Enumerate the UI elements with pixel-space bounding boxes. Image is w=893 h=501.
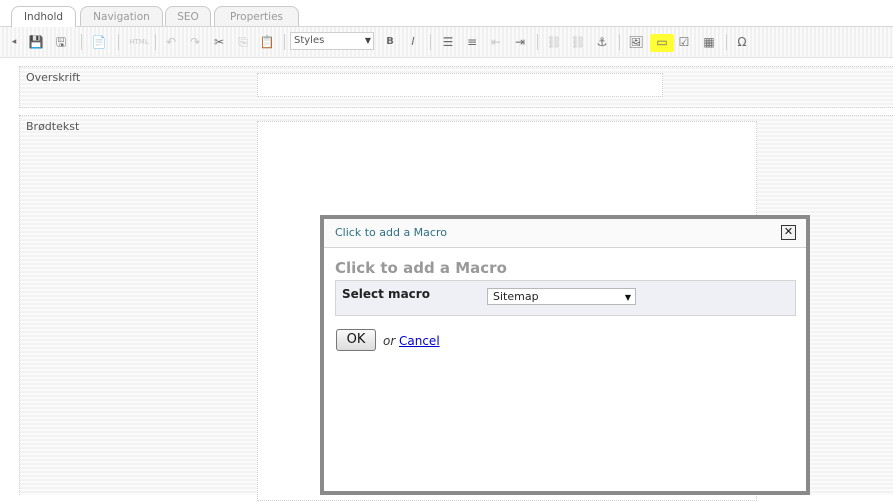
macro-select-row: Select macro Sitemap ▼ [335, 280, 796, 316]
cut-icon[interactable]: ✂ [211, 34, 227, 50]
select-macro-label: Select macro [342, 287, 430, 301]
tab-label: Navigation [93, 11, 150, 23]
brodtekst-label: Brødtekst [26, 120, 80, 133]
toolbar-separator [118, 34, 119, 50]
italic-icon[interactable]: I [405, 34, 421, 50]
special-char-icon[interactable]: Ω [734, 34, 750, 50]
preview-icon[interactable]: 📄 [91, 34, 107, 50]
ok-button[interactable]: OK [336, 329, 376, 351]
close-button[interactable]: ✕ [781, 225, 796, 240]
tab-label: Indhold [23, 11, 64, 23]
overskrift-label: Overskrift [26, 71, 81, 84]
dialog-header: Click to add a Macro ✕ [324, 219, 806, 248]
tab-properties[interactable]: Properties [214, 6, 299, 26]
tab-seo[interactable]: SEO [165, 6, 211, 26]
copy-icon[interactable]: ⎘ [235, 34, 251, 50]
tab-navigation[interactable]: Navigation [80, 6, 163, 26]
undo-icon[interactable]: ↶ [163, 34, 179, 50]
styles-dropdown-value: Styles [294, 35, 325, 46]
paste-icon[interactable]: 📋 [259, 34, 275, 50]
save-publish-icon[interactable]: 🖫 [53, 34, 69, 50]
chevron-down-icon: ▼ [624, 293, 631, 302]
redo-icon[interactable]: ↷ [187, 34, 203, 50]
outdent-icon[interactable]: ⇤ [488, 34, 504, 50]
or-text: or [383, 334, 396, 348]
macro-dropdown[interactable]: Sitemap ▼ [487, 288, 636, 305]
anchor-icon[interactable]: ⚓ [594, 34, 610, 50]
dialog-heading: Click to add a Macro [335, 259, 507, 277]
macro-dropdown-value: Sitemap [493, 290, 539, 303]
tab-label: Properties [229, 11, 284, 23]
macro-icon[interactable]: ▭ [654, 34, 670, 50]
styles-dropdown[interactable]: Styles ▼ [290, 32, 374, 50]
link-icon[interactable]: ⛓ [546, 34, 562, 50]
overskrift-input[interactable] [257, 73, 663, 97]
table-icon[interactable]: ▦ [701, 34, 717, 50]
tab-indhold[interactable]: Indhold [11, 6, 76, 27]
chevron-down-icon: ▼ [364, 36, 371, 45]
tab-bar: Indhold Navigation SEO Properties [0, 0, 893, 27]
collapse-arrow-icon[interactable]: ◂ [10, 34, 18, 50]
form-icon[interactable]: ☑ [676, 34, 692, 50]
unlink-icon[interactable]: ⛓ [570, 34, 586, 50]
numbered-list-icon[interactable]: ≡ [464, 34, 480, 50]
tab-label: SEO [177, 11, 199, 23]
bullet-list-icon[interactable]: ☰ [440, 34, 456, 50]
add-macro-dialog: Click to add a Macro ✕ Click to add a Ma… [320, 215, 810, 495]
toolbar-separator [284, 34, 285, 50]
close-icon: ✕ [783, 225, 794, 238]
toolbar-separator [81, 34, 82, 50]
bold-icon[interactable]: B [382, 34, 398, 50]
dialog-title: Click to add a Macro [335, 226, 447, 239]
indent-icon[interactable]: ⇥ [512, 34, 528, 50]
save-icon[interactable]: 💾 [28, 34, 44, 50]
image-icon[interactable]: 🖼 [628, 34, 644, 50]
overskrift-panel: Overskrift [19, 66, 893, 108]
cancel-link[interactable]: Cancel [399, 334, 440, 348]
html-source-icon[interactable]: HTML [127, 34, 151, 50]
toolbar-separator [155, 34, 156, 50]
